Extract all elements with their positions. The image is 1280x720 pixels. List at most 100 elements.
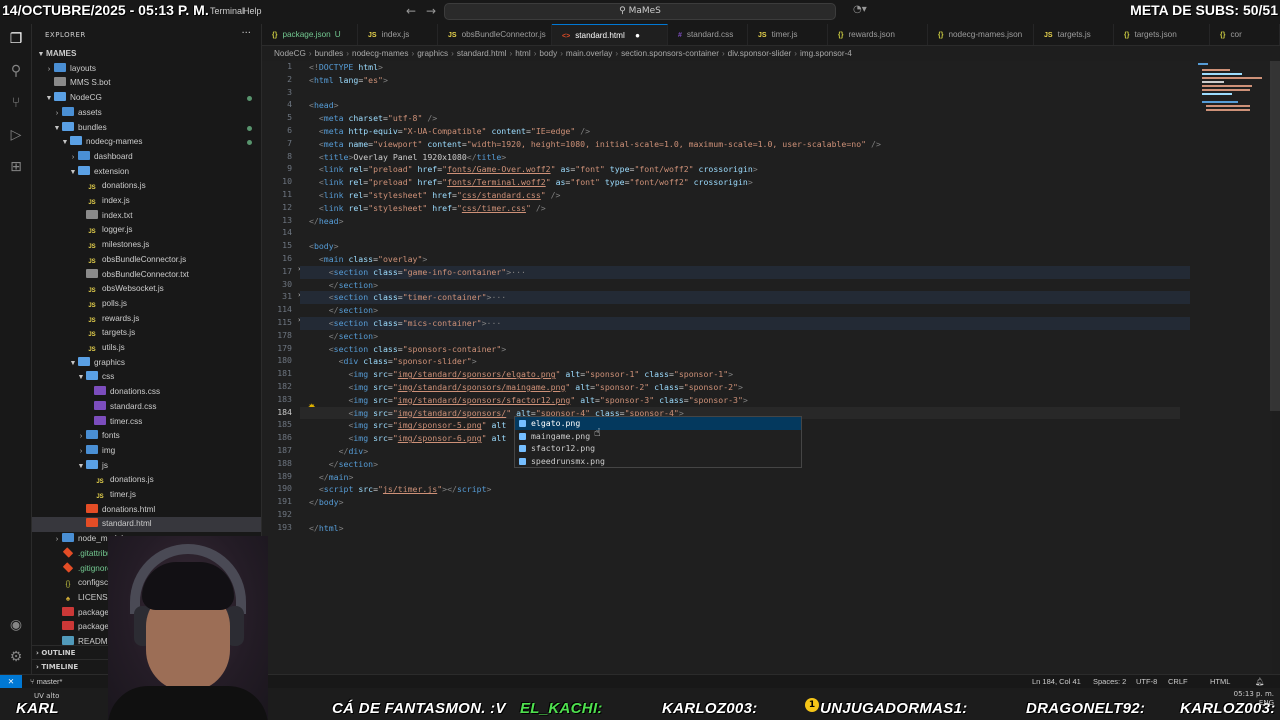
- tray-lang: ENG: [1258, 699, 1274, 707]
- extensions-icon[interactable]: ⊞: [7, 158, 25, 176]
- command-center-search[interactable]: ⚲ MaMeS: [444, 3, 836, 20]
- tree-item[interactable]: JS polls.js: [32, 297, 261, 312]
- tab-index-js[interactable]: JS index.js: [358, 24, 438, 45]
- menu-terminal[interactable]: Terminal: [210, 6, 244, 16]
- tab-rewards-json[interactable]: {} rewards.json: [828, 24, 928, 45]
- forward-arrow-icon[interactable]: →: [426, 4, 436, 18]
- encoding[interactable]: UTF-8: [1136, 675, 1157, 689]
- tree-item[interactable]: ▼ nodecg-mames: [32, 135, 261, 150]
- tree-item[interactable]: JS utils.js: [32, 341, 261, 356]
- source-control-icon[interactable]: ⑂: [7, 94, 25, 112]
- tab-cor[interactable]: {} cor: [1210, 24, 1280, 45]
- tree-item[interactable]: › dashboard: [32, 150, 261, 165]
- tab-label: cor: [1230, 30, 1242, 39]
- tab-targets-js[interactable]: JS targets.js: [1034, 24, 1114, 45]
- line-ending[interactable]: CRLF: [1168, 675, 1188, 689]
- minimap[interactable]: [1196, 61, 1266, 121]
- vertical-scrollbar[interactable]: [1270, 61, 1280, 411]
- chevron-down-icon: ▼: [69, 359, 77, 367]
- breadcrumb-item[interactable]: section.sponsors-container: [621, 49, 719, 58]
- search-icon[interactable]: ⚲: [7, 62, 25, 80]
- indentation[interactable]: Spaces: 2: [1093, 675, 1126, 689]
- tree-item[interactable]: donations.html: [32, 503, 261, 518]
- tree-item[interactable]: donations.css: [32, 385, 261, 400]
- tab-standard-css[interactable]: # standard.css: [668, 24, 748, 45]
- tab-label: package.json: [282, 30, 331, 39]
- code-line: </section>: [328, 458, 379, 469]
- tree-item[interactable]: ▼ bundles: [32, 121, 261, 136]
- tab-obsbundleconnector-js[interactable]: JS obsBundleConnector.js: [438, 24, 552, 45]
- breadcrumb-item[interactable]: NodeCG: [274, 49, 306, 58]
- breadcrumb-item[interactable]: html: [515, 49, 530, 58]
- gear-icon[interactable]: ⚙: [7, 648, 25, 666]
- breadcrumb-item[interactable]: div.sponsor-slider: [728, 49, 792, 58]
- tree-item[interactable]: obsBundleConnector.txt: [32, 268, 261, 283]
- unsaved-dot-icon[interactable]: ●: [633, 31, 640, 40]
- tree-item[interactable]: JS donations.js: [32, 473, 261, 488]
- tab-package-json[interactable]: {} package.json U: [262, 24, 358, 45]
- tree-item[interactable]: JS milestones.js: [32, 238, 261, 253]
- tree-item[interactable]: JS rewards.js: [32, 312, 261, 327]
- tree-item[interactable]: JS obsWebsocket.js: [32, 282, 261, 297]
- folder-file-icon: [78, 150, 90, 160]
- suggestion-item[interactable]: sfactor12.png: [515, 442, 801, 455]
- code-line: <head>: [309, 100, 339, 111]
- bell-icon[interactable]: 🔔︎: [1255, 675, 1265, 689]
- tree-item[interactable]: JS index.js: [32, 194, 261, 209]
- tab-targets-json[interactable]: {} targets.json: [1114, 24, 1210, 45]
- tree-item[interactable]: ▼ extension: [32, 165, 261, 180]
- workspace-root[interactable]: ▼ MAMES: [32, 47, 261, 62]
- suggestion-widget[interactable]: elgato.png maingame.png sfactor12.png speed…: [514, 416, 802, 468]
- tree-item[interactable]: ▼ css: [32, 370, 261, 385]
- suggestion-item[interactable]: speedrunsmx.png: [515, 455, 801, 468]
- code-line: </section>: [328, 305, 379, 316]
- line-number: 12: [282, 201, 292, 212]
- line-number: 188: [277, 457, 292, 468]
- breadcrumb-item[interactable]: main.overlay: [566, 49, 612, 58]
- breadcrumb-item[interactable]: body: [539, 49, 557, 58]
- tree-item[interactable]: JS targets.js: [32, 326, 261, 341]
- code-line: <link rel="preload" href="fonts/Game-Ove…: [318, 164, 758, 175]
- language-mode[interactable]: HTML: [1210, 675, 1230, 689]
- tree-item[interactable]: JS timer.js: [32, 488, 261, 503]
- breadcrumb-item[interactable]: bundles: [315, 49, 344, 58]
- branch-icon[interactable]: ⑂ master*: [30, 675, 62, 689]
- tab-nodecg-mames-json[interactable]: {} nodecg-mames.json: [928, 24, 1034, 45]
- explorer-icon[interactable]: ❐: [7, 30, 25, 48]
- tree-item[interactable]: ▼ NodeCG: [32, 91, 261, 106]
- tree-item[interactable]: › layouts: [32, 62, 261, 77]
- code-editor[interactable]: 1 2 3 4 5 6 7 8 9 10 11 12 13 14 15 16 17 30 31 114 115 178 17…: [262, 61, 1272, 674]
- tree-item[interactable]: timer.css: [32, 415, 261, 430]
- tree-item[interactable]: index.txt: [32, 209, 261, 224]
- tree-item[interactable]: › img: [32, 444, 261, 459]
- tree-item[interactable]: JS obsBundleConnector.js: [32, 253, 261, 268]
- remote-icon[interactable]: ⨯: [0, 675, 22, 689]
- tab-timer-js[interactable]: JS timer.js: [748, 24, 828, 45]
- tree-item[interactable]: › assets: [32, 106, 261, 121]
- run-debug-icon[interactable]: ▷: [7, 126, 25, 144]
- tree-item[interactable]: standard.css: [32, 400, 261, 415]
- cursor-position[interactable]: Ln 184, Col 41: [1032, 675, 1081, 689]
- back-arrow-icon[interactable]: ←: [406, 4, 416, 18]
- mouse-cursor-icon: ☝: [594, 426, 601, 439]
- html-file-icon: [86, 503, 98, 513]
- tree-item[interactable]: MMS S.bot: [32, 76, 261, 91]
- breadcrumb-item[interactable]: graphics: [417, 49, 448, 58]
- tree-item[interactable]: standard.html: [32, 517, 261, 533]
- tree-item[interactable]: ▼ js: [32, 459, 261, 474]
- suggestion-item[interactable]: elgato.png: [515, 417, 801, 430]
- tree-item[interactable]: JS donations.js: [32, 179, 261, 194]
- tree-item[interactable]: JS logger.js: [32, 223, 261, 238]
- breadcrumb-item[interactable]: img.sponsor-4: [800, 49, 852, 58]
- tree-item[interactable]: ▼ graphics: [32, 356, 261, 371]
- tree-item[interactable]: › fonts: [32, 429, 261, 444]
- breadcrumb-item[interactable]: nodecg-mames: [352, 49, 408, 58]
- breadcrumb-item[interactable]: standard.html: [457, 49, 507, 58]
- suggestion-item[interactable]: maingame.png: [515, 430, 801, 443]
- more-actions-icon[interactable]: ···: [241, 28, 251, 39]
- account-icon[interactable]: ◉: [7, 616, 25, 634]
- copilot-icon[interactable]: ◔▾: [853, 4, 867, 15]
- tab-standard-html[interactable]: <> standard.html ●: [552, 24, 668, 45]
- folder-file-icon: [86, 371, 98, 381]
- menu-help[interactable]: Help: [243, 6, 262, 16]
